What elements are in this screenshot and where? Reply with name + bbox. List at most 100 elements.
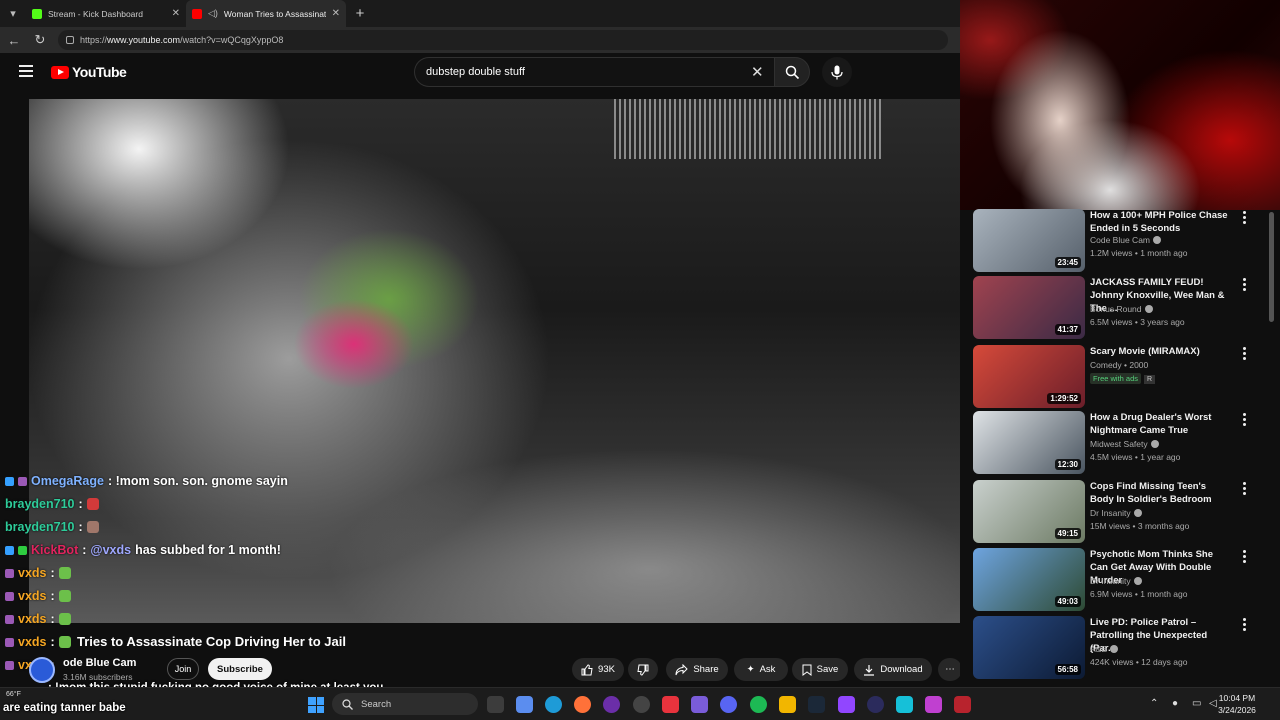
speaker-icon[interactable]: ◁) [208, 8, 218, 19]
save-button[interactable]: Save [792, 658, 848, 681]
firefox-icon[interactable] [574, 696, 591, 713]
taskbar-search[interactable]: Search [332, 693, 478, 715]
spotify-icon[interactable] [750, 696, 767, 713]
recommended-title[interactable]: How a 100+ MPH Police Chase Ended in 5 S… [1090, 209, 1230, 235]
task-view-icon[interactable] [487, 696, 504, 713]
more-vertical-icon[interactable] [1243, 550, 1247, 563]
file-explorer-icon[interactable] [779, 696, 796, 713]
utility-app-icon[interactable] [896, 696, 913, 713]
video-thumbnail[interactable]: 41:37 [973, 276, 1085, 339]
more-vertical-icon[interactable] [1243, 482, 1247, 495]
recommended-title[interactable]: Scary Movie (MIRAMAX) [1090, 345, 1230, 358]
dislike-button[interactable] [628, 658, 658, 681]
recommended-title[interactable]: How a Drug Dealer's Worst Nightmare Came… [1090, 411, 1230, 437]
youtube-header: YouTube dubstep double stuff ✕ [0, 53, 960, 93]
download-button[interactable]: Download [854, 658, 932, 681]
recommended-title[interactable]: Cops Find Missing Teen's Body In Soldier… [1090, 480, 1230, 506]
more-horizontal-icon: ⋯ [945, 664, 955, 675]
system-clock[interactable]: 10:04 PM 3/24/2026 [1197, 692, 1277, 716]
tab-kick-dashboard[interactable]: Stream - Kick Dashboard ✕ [26, 0, 186, 27]
recommended-video[interactable]: 23:45 How a 100+ MPH Police Chase Ended … [973, 209, 1273, 273]
chat-username: vxds [18, 566, 47, 580]
search-icon [785, 65, 799, 79]
join-button[interactable]: Join [167, 658, 199, 680]
obs-studio-icon[interactable] [633, 696, 650, 713]
recommended-video[interactable]: 12:30 How a Drug Dealer's Worst Nightmar… [973, 411, 1273, 475]
edge-browser-icon[interactable] [545, 696, 562, 713]
menu-hamburger-icon[interactable] [19, 65, 33, 77]
microphone-tray-icon[interactable]: ● [1172, 698, 1178, 709]
twitch-app-icon[interactable] [603, 696, 620, 713]
weather-widget[interactable]: 66°F [6, 691, 21, 698]
media-app-icon[interactable] [662, 696, 679, 713]
more-actions-button[interactable]: ⋯ [938, 658, 962, 681]
sub-badge-icon [5, 660, 14, 670]
sub-badge-icon [5, 614, 14, 624]
video-thumbnail[interactable]: 49:15 [973, 480, 1085, 543]
video-thumbnail[interactable]: 12:30 [973, 411, 1085, 474]
chat-message: KickBot : @vxds has subbed for 1 month! [5, 543, 281, 557]
search-input[interactable]: dubstep double stuff [414, 57, 774, 87]
recommended-channel[interactable]: A&E [1090, 644, 1119, 654]
tab-youtube-video[interactable]: ◁) Woman Tries to Assassinate C ✕ [186, 0, 346, 27]
video-duration: 41:37 [1054, 324, 1081, 335]
recommended-video[interactable]: 49:03 Psychotic Mom Thinks She Can Get A… [973, 548, 1273, 612]
recommended-channel[interactable]: Code Blue Cam [1090, 235, 1162, 245]
video-thumbnail[interactable]: 49:03 [973, 548, 1085, 611]
recommended-channel[interactable]: Midwest Safety [1090, 439, 1159, 449]
more-vertical-icon[interactable] [1243, 211, 1247, 224]
back-arrow-icon[interactable]: ← [6, 32, 22, 48]
youtube-logo[interactable]: YouTube [51, 64, 127, 80]
fx-app-icon[interactable] [925, 696, 942, 713]
youtube-wordmark: YouTube [72, 64, 127, 80]
video-thumbnail[interactable]: 1:29:52 [973, 345, 1085, 408]
copilot-icon[interactable] [516, 696, 533, 713]
tab-title: Stream - Kick Dashboard [48, 8, 143, 19]
close-tab-icon[interactable]: ✕ [332, 8, 340, 19]
app-icon[interactable] [867, 696, 884, 713]
emote-icon [58, 590, 71, 602]
verified-badge-icon [18, 545, 27, 555]
more-vertical-icon[interactable] [1243, 618, 1247, 631]
voice-search-button[interactable] [822, 57, 852, 87]
music-app-icon[interactable] [691, 696, 708, 713]
channel-avatar[interactable] [29, 657, 55, 683]
more-vertical-icon[interactable] [1243, 278, 1247, 291]
recommended-channel[interactable]: Bonus Round [1090, 304, 1153, 314]
recommended-video[interactable]: 56:58 Live PD: Police Patrol – Patrollin… [973, 616, 1273, 680]
verified-check-icon [1150, 440, 1159, 448]
discord-icon[interactable] [720, 696, 737, 713]
reload-icon[interactable]: ↻ [32, 32, 48, 48]
subscriber-count: 3.16M subscribers [63, 672, 133, 682]
recommended-channel[interactable]: Dr Insanity [1090, 576, 1142, 586]
download-icon [864, 664, 875, 676]
share-button[interactable]: Share [666, 658, 728, 681]
verified-check-icon [1144, 305, 1153, 313]
recommended-video[interactable]: 49:15 Cops Find Missing Teen's Body In S… [973, 480, 1273, 544]
more-vertical-icon[interactable] [1243, 347, 1247, 360]
ask-button[interactable]: ✦ Ask [734, 658, 788, 681]
sidebar-scrollbar[interactable] [1269, 212, 1274, 322]
more-vertical-icon[interactable] [1243, 413, 1247, 426]
steam-icon[interactable] [808, 696, 825, 713]
new-tab-plus-icon[interactable]: + [346, 0, 374, 27]
clear-search-icon[interactable]: ✕ [751, 63, 764, 81]
tray-overflow-chevron-icon[interactable]: ⌃ [1150, 698, 1158, 709]
recommended-movie[interactable]: 1:29:52 Scary Movie (MIRAMAX) Comedy • 2… [973, 345, 1273, 409]
bot-badge-icon [5, 545, 14, 555]
subscribe-button[interactable]: Subscribe [208, 658, 272, 680]
channel-name[interactable]: ode Blue Cam [63, 657, 136, 669]
windows-start-icon[interactable] [308, 697, 324, 713]
url-bar[interactable]: https://www.youtube.com/watch?v=wQCqgXyp… [58, 30, 948, 50]
streaming-app-icon[interactable] [838, 696, 855, 713]
close-tab-icon[interactable]: ✕ [172, 8, 180, 19]
tab-list-chevron-icon[interactable]: ▾ [0, 0, 26, 27]
video-thumbnail[interactable]: 56:58 [973, 616, 1085, 679]
recommended-channel[interactable]: Dr Insanity [1090, 508, 1142, 518]
video-thumbnail[interactable]: 23:45 [973, 209, 1085, 272]
search-button[interactable] [774, 57, 810, 87]
vpn-app-icon[interactable] [954, 696, 971, 713]
recommendations-sidebar: 23:45 How a 100+ MPH Police Chase Ended … [960, 209, 1280, 687]
like-button[interactable]: 93K [572, 658, 624, 681]
recommended-video[interactable]: 41:37 JACKASS FAMILY FEUD! Johnny Knoxvi… [973, 276, 1273, 340]
